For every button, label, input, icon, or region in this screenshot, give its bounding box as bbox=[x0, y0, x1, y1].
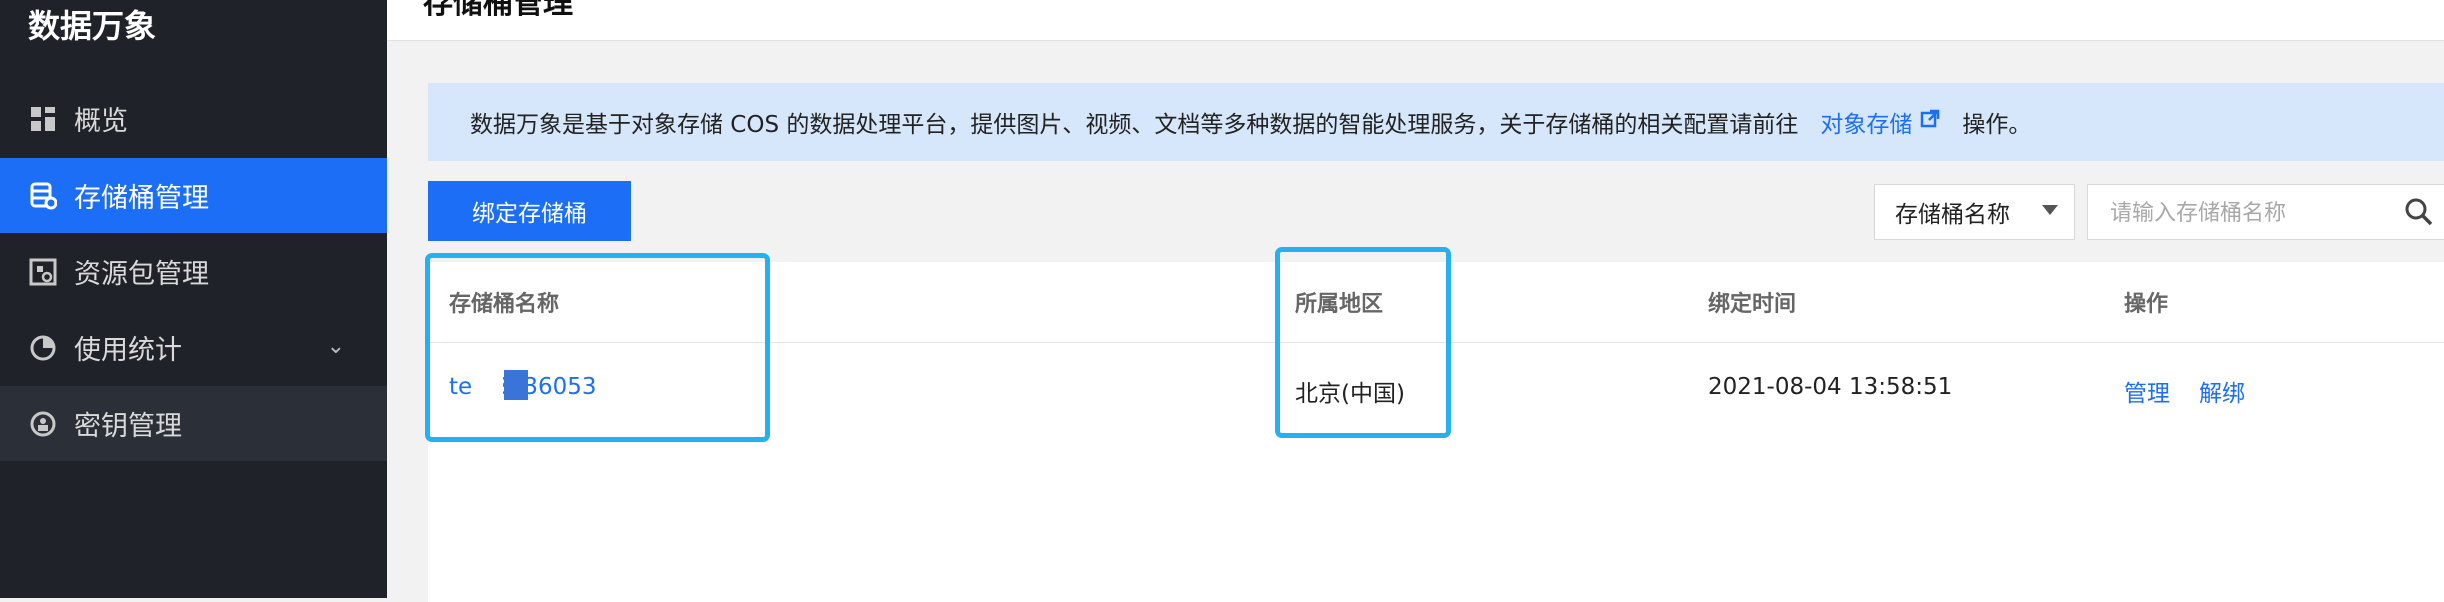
manage-link[interactable]: 管理 bbox=[2124, 374, 2170, 408]
main-content: 存储桶管理 数据万象是基于对象存储 COS 的数据处理平台，提供图片、视频、文档… bbox=[387, 0, 2444, 602]
column-header-actions: 操作 bbox=[2124, 292, 2169, 317]
package-icon bbox=[28, 257, 58, 287]
sidebar-item-label: 存储桶管理 bbox=[74, 183, 209, 214]
brand-title: 数据万象 bbox=[28, 7, 157, 45]
bucket-bind-time: 2021-08-04 13:58:51 bbox=[1708, 374, 1953, 400]
dashboard-icon bbox=[28, 104, 58, 134]
bucket-icon bbox=[28, 181, 58, 211]
sidebar-item-key[interactable]: 密钥管理 bbox=[0, 386, 387, 461]
filter-select[interactable]: 存储桶名称 bbox=[1874, 184, 2075, 240]
sidebar-item-label: 概览 bbox=[74, 106, 128, 137]
cos-link[interactable]: 对象存储 bbox=[1820, 105, 1940, 139]
sidebar-item-usage[interactable]: 使用统计 ⌄ bbox=[0, 310, 387, 385]
unbind-link[interactable]: 解绑 bbox=[2199, 374, 2245, 408]
sidebar-item-label: 资源包管理 bbox=[74, 259, 209, 290]
page-title: 存储桶管理 bbox=[423, 0, 573, 21]
sidebar-item-label: 使用统计 bbox=[74, 335, 182, 366]
banner-text: 数据万象是基于对象存储 COS 的数据处理平台，提供图片、视频、文档等多种数据的… bbox=[470, 112, 1799, 138]
caret-down-icon bbox=[2042, 205, 2058, 215]
bind-bucket-button[interactable]: 绑定存储桶 bbox=[428, 181, 631, 241]
sidebar-item-label: 密钥管理 bbox=[74, 411, 182, 442]
banner-suffix: 操作。 bbox=[1962, 112, 2032, 138]
pie-chart-icon bbox=[28, 333, 58, 363]
sidebar-item-overview[interactable]: 概览 bbox=[0, 81, 387, 156]
highlight-box-name bbox=[425, 253, 770, 442]
chevron-down-icon[interactable]: ⌄ bbox=[327, 334, 345, 359]
filter-selected-value: 存储桶名称 bbox=[1895, 202, 2010, 228]
highlight-box-region bbox=[1275, 247, 1451, 438]
sidebar-item-bucket[interactable]: 存储桶管理 bbox=[0, 158, 387, 233]
sidebar-item-package[interactable]: 资源包管理 bbox=[0, 234, 387, 309]
column-header-bind-time: 绑定时间 bbox=[1708, 292, 1797, 317]
search-icon[interactable] bbox=[2404, 197, 2434, 231]
page-header: 存储桶管理 bbox=[387, 0, 2444, 41]
sidebar: 数据万象 概览 存储桶管理 资源包管理 使用统计 ⌄ 密钥管理 bbox=[0, 0, 387, 598]
search-input[interactable] bbox=[2108, 195, 2392, 231]
key-icon bbox=[28, 409, 58, 439]
cos-link-label: 对象存储 bbox=[1820, 112, 1913, 138]
info-banner: 数据万象是基于对象存储 COS 的数据处理平台，提供图片、视频、文档等多种数据的… bbox=[428, 83, 2444, 161]
external-link-icon bbox=[1920, 109, 1940, 135]
search-box bbox=[2087, 184, 2444, 240]
